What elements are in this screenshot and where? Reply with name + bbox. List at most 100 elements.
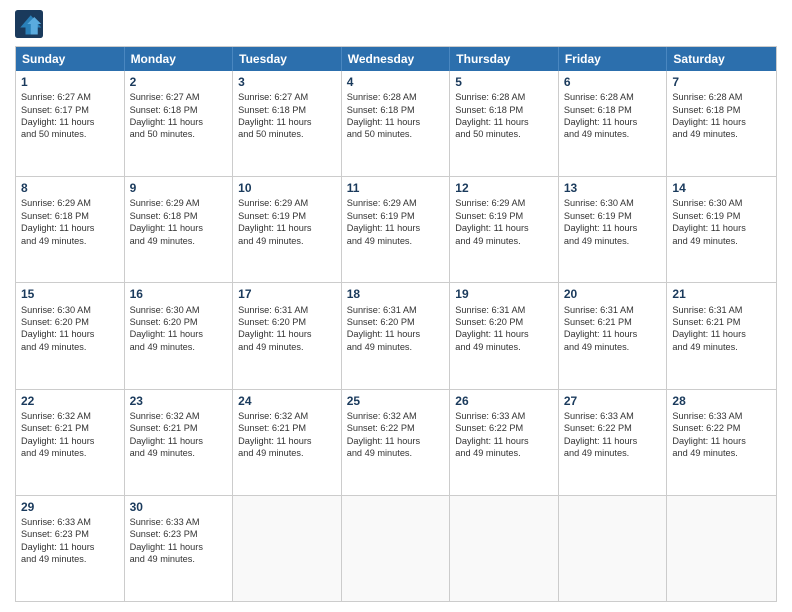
logo-icon	[15, 10, 43, 38]
cell-info-line: Sunset: 6:21 PM	[130, 422, 228, 434]
cell-info-line: Sunset: 6:17 PM	[21, 104, 119, 116]
cell-info-line: Daylight: 11 hours	[455, 222, 553, 234]
cell-info-line: and 49 minutes.	[130, 553, 228, 565]
cell-info-line: Sunset: 6:23 PM	[130, 528, 228, 540]
weekday-header: Friday	[559, 47, 668, 71]
weekday-header: Monday	[125, 47, 234, 71]
calendar-cell	[342, 496, 451, 601]
cell-info-line: Sunrise: 6:33 AM	[21, 516, 119, 528]
calendar-cell: 22Sunrise: 6:32 AMSunset: 6:21 PMDayligh…	[16, 390, 125, 495]
calendar-row: 22Sunrise: 6:32 AMSunset: 6:21 PMDayligh…	[16, 389, 776, 495]
day-number: 14	[672, 180, 771, 196]
day-number: 20	[564, 286, 662, 302]
day-number: 9	[130, 180, 228, 196]
day-number: 15	[21, 286, 119, 302]
cell-info-line: and 49 minutes.	[130, 235, 228, 247]
cell-info-line: Daylight: 11 hours	[347, 435, 445, 447]
cell-info-line: Daylight: 11 hours	[564, 222, 662, 234]
day-number: 16	[130, 286, 228, 302]
calendar: SundayMondayTuesdayWednesdayThursdayFrid…	[15, 46, 777, 602]
cell-info-line: Sunset: 6:18 PM	[455, 104, 553, 116]
cell-info-line: and 49 minutes.	[21, 553, 119, 565]
day-number: 5	[455, 74, 553, 90]
calendar-cell: 6Sunrise: 6:28 AMSunset: 6:18 PMDaylight…	[559, 71, 668, 176]
cell-info-line: and 50 minutes.	[347, 128, 445, 140]
calendar-cell: 27Sunrise: 6:33 AMSunset: 6:22 PMDayligh…	[559, 390, 668, 495]
cell-info-line: Sunset: 6:19 PM	[238, 210, 336, 222]
calendar-cell: 24Sunrise: 6:32 AMSunset: 6:21 PMDayligh…	[233, 390, 342, 495]
cell-info-line: Sunset: 6:20 PM	[455, 316, 553, 328]
cell-info-line: Sunset: 6:19 PM	[564, 210, 662, 222]
cell-info-line: Sunset: 6:18 PM	[347, 104, 445, 116]
calendar-cell: 4Sunrise: 6:28 AMSunset: 6:18 PMDaylight…	[342, 71, 451, 176]
page-header	[15, 10, 777, 38]
calendar-cell: 17Sunrise: 6:31 AMSunset: 6:20 PMDayligh…	[233, 283, 342, 388]
day-number: 23	[130, 393, 228, 409]
cell-info-line: and 49 minutes.	[564, 128, 662, 140]
cell-info-line: and 49 minutes.	[564, 341, 662, 353]
cell-info-line: Sunset: 6:20 PM	[130, 316, 228, 328]
day-number: 3	[238, 74, 336, 90]
weekday-header: Tuesday	[233, 47, 342, 71]
cell-info-line: Daylight: 11 hours	[130, 116, 228, 128]
logo	[15, 10, 45, 38]
cell-info-line: Daylight: 11 hours	[21, 116, 119, 128]
day-number: 12	[455, 180, 553, 196]
cell-info-line: Sunset: 6:18 PM	[21, 210, 119, 222]
cell-info-line: Sunrise: 6:28 AM	[455, 91, 553, 103]
weekday-header: Thursday	[450, 47, 559, 71]
day-number: 22	[21, 393, 119, 409]
cell-info-line: Sunset: 6:21 PM	[672, 316, 771, 328]
calendar-cell: 26Sunrise: 6:33 AMSunset: 6:22 PMDayligh…	[450, 390, 559, 495]
weekday-header: Sunday	[16, 47, 125, 71]
cell-info-line: and 50 minutes.	[130, 128, 228, 140]
calendar-header: SundayMondayTuesdayWednesdayThursdayFrid…	[16, 47, 776, 71]
cell-info-line: Sunrise: 6:30 AM	[564, 197, 662, 209]
calendar-page: SundayMondayTuesdayWednesdayThursdayFrid…	[0, 0, 792, 612]
cell-info-line: Daylight: 11 hours	[455, 328, 553, 340]
cell-info-line: Sunset: 6:21 PM	[238, 422, 336, 434]
calendar-row: 15Sunrise: 6:30 AMSunset: 6:20 PMDayligh…	[16, 282, 776, 388]
cell-info-line: Sunset: 6:22 PM	[564, 422, 662, 434]
calendar-cell: 11Sunrise: 6:29 AMSunset: 6:19 PMDayligh…	[342, 177, 451, 282]
cell-info-line: Sunrise: 6:29 AM	[130, 197, 228, 209]
cell-info-line: Sunset: 6:20 PM	[21, 316, 119, 328]
cell-info-line: Daylight: 11 hours	[672, 116, 771, 128]
cell-info-line: Sunset: 6:18 PM	[238, 104, 336, 116]
cell-info-line: Daylight: 11 hours	[347, 116, 445, 128]
cell-info-line: Sunrise: 6:33 AM	[564, 410, 662, 422]
calendar-row: 8Sunrise: 6:29 AMSunset: 6:18 PMDaylight…	[16, 176, 776, 282]
cell-info-line: and 49 minutes.	[672, 341, 771, 353]
cell-info-line: Daylight: 11 hours	[238, 435, 336, 447]
cell-info-line: and 49 minutes.	[672, 235, 771, 247]
day-number: 10	[238, 180, 336, 196]
calendar-cell: 10Sunrise: 6:29 AMSunset: 6:19 PMDayligh…	[233, 177, 342, 282]
cell-info-line: Sunrise: 6:31 AM	[564, 304, 662, 316]
cell-info-line: Sunrise: 6:28 AM	[672, 91, 771, 103]
cell-info-line: Daylight: 11 hours	[347, 328, 445, 340]
cell-info-line: Daylight: 11 hours	[21, 222, 119, 234]
calendar-cell: 14Sunrise: 6:30 AMSunset: 6:19 PMDayligh…	[667, 177, 776, 282]
cell-info-line: Daylight: 11 hours	[21, 541, 119, 553]
cell-info-line: and 49 minutes.	[21, 447, 119, 459]
day-number: 8	[21, 180, 119, 196]
cell-info-line: Daylight: 11 hours	[130, 435, 228, 447]
cell-info-line: Sunrise: 6:27 AM	[130, 91, 228, 103]
cell-info-line: and 49 minutes.	[672, 447, 771, 459]
cell-info-line: Daylight: 11 hours	[564, 116, 662, 128]
cell-info-line: Daylight: 11 hours	[672, 222, 771, 234]
day-number: 17	[238, 286, 336, 302]
cell-info-line: Daylight: 11 hours	[672, 435, 771, 447]
cell-info-line: and 49 minutes.	[130, 447, 228, 459]
cell-info-line: Sunset: 6:22 PM	[672, 422, 771, 434]
cell-info-line: and 49 minutes.	[347, 341, 445, 353]
cell-info-line: Sunset: 6:21 PM	[564, 316, 662, 328]
cell-info-line: Sunset: 6:19 PM	[672, 210, 771, 222]
calendar-cell: 30Sunrise: 6:33 AMSunset: 6:23 PMDayligh…	[125, 496, 234, 601]
cell-info-line: Sunset: 6:19 PM	[455, 210, 553, 222]
cell-info-line: Sunrise: 6:27 AM	[21, 91, 119, 103]
cell-info-line: and 49 minutes.	[21, 235, 119, 247]
cell-info-line: Sunrise: 6:32 AM	[130, 410, 228, 422]
day-number: 27	[564, 393, 662, 409]
cell-info-line: Daylight: 11 hours	[21, 435, 119, 447]
